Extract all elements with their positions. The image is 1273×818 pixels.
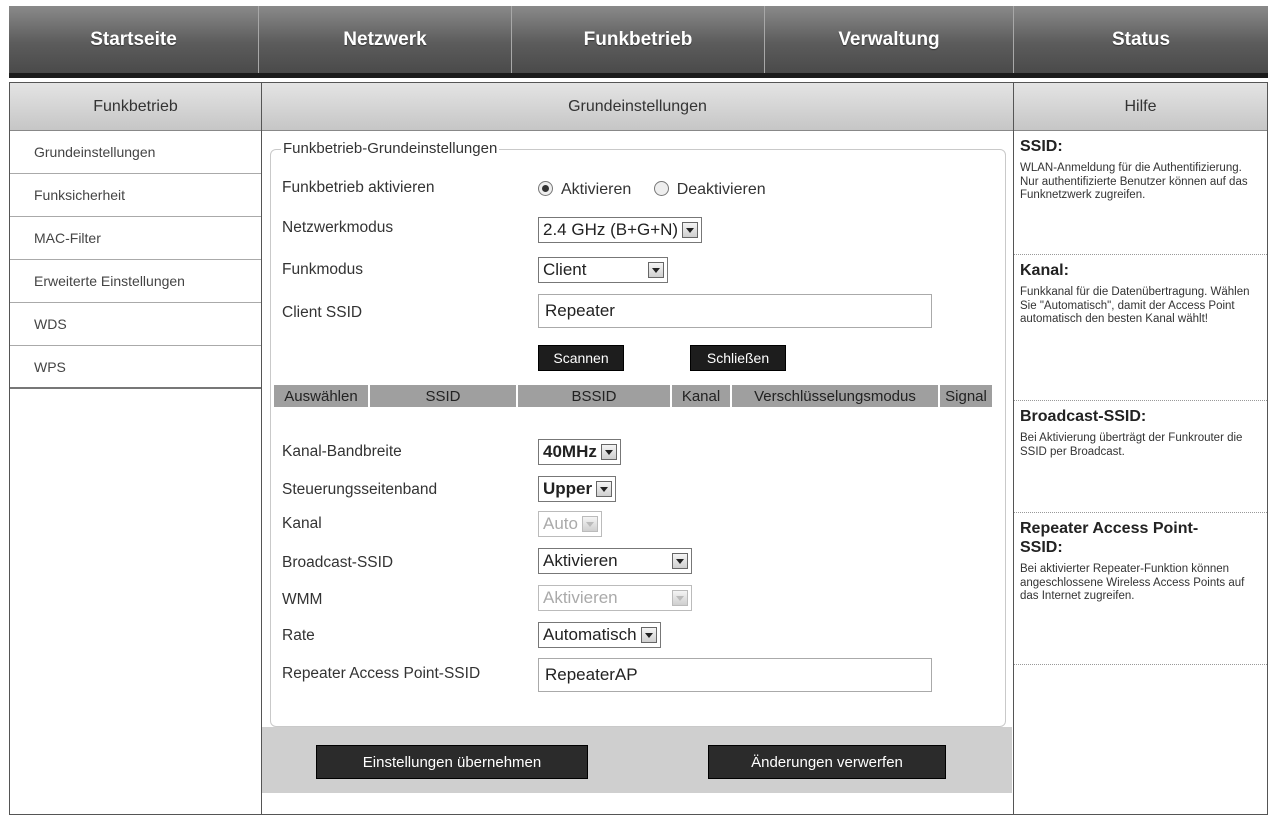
- help-title: Hilfe: [1014, 83, 1267, 131]
- sidebar-item-mac-filter[interactable]: MAC-Filter: [10, 217, 261, 260]
- sideband-value: Upper: [543, 479, 593, 498]
- main-title: Grundeinstellungen: [262, 83, 1013, 131]
- bandwidth-value: 40MHz: [543, 442, 597, 461]
- broadcast-select[interactable]: Aktivieren: [538, 548, 692, 574]
- enable-radio-group: Aktivieren Deaktivieren: [538, 181, 766, 199]
- top-navigation: Startseite Netzwerk Funkbetrieb Verwaltu…: [9, 6, 1268, 78]
- enable-label: Funkbetrieb aktivieren: [282, 179, 435, 196]
- help-heading: Broadcast-SSID:: [1020, 408, 1147, 425]
- channel-value: Auto: [543, 514, 578, 533]
- nav-tab-netzwerk[interactable]: Netzwerk: [259, 6, 512, 73]
- action-bar: Einstellungen übernehmen Änderungen verw…: [262, 727, 1012, 793]
- rate-select[interactable]: Automatisch: [538, 622, 661, 648]
- radiomode-value: Client: [543, 260, 587, 279]
- nav-tab-status[interactable]: Status: [1014, 6, 1268, 73]
- radio-activate-label: Aktivieren: [561, 181, 632, 198]
- sideband-select[interactable]: Upper: [538, 476, 617, 502]
- wmm-select[interactable]: Aktivieren: [538, 585, 692, 611]
- radio-deactivate-dot[interactable]: [653, 181, 669, 196]
- scan-button[interactable]: Scannen: [538, 345, 624, 371]
- sidebar-item-funksicherheit[interactable]: Funksicherheit: [10, 174, 261, 217]
- help-heading: Kanal:: [1020, 262, 1069, 279]
- chevron-down-icon: [596, 481, 613, 497]
- rate-label: Rate: [282, 627, 315, 644]
- netmode-label: Netzwerkmodus: [282, 219, 394, 236]
- repeater-ap-label: Repeater Access Point-SSID: [282, 665, 481, 682]
- radiomode-select[interactable]: Client: [538, 257, 668, 283]
- nav-tab-verwaltung[interactable]: Verwaltung: [765, 6, 1014, 73]
- rate-value: Automatisch: [543, 625, 637, 644]
- close-button[interactable]: Schließen: [690, 345, 786, 371]
- col-ssid: SSID: [370, 385, 518, 407]
- wmm-value: Aktivieren: [543, 588, 618, 607]
- sidebar-item-erweiterte-einstellungen[interactable]: Erweiterte Einstellungen: [10, 260, 261, 303]
- fieldset-legend: Funkbetrieb-Grundeinstellungen: [281, 140, 500, 157]
- chevron-down-icon: [600, 444, 617, 460]
- radio-activate[interactable]: Aktivieren: [538, 181, 631, 198]
- help-heading: SSID:: [1020, 138, 1063, 155]
- col-encryption: Verschlüsselungsmodus: [732, 385, 940, 407]
- help-heading: Repeater Access Point-SSID:: [1020, 520, 1199, 556]
- radio-deactivate[interactable]: Deaktivieren: [653, 181, 766, 198]
- repeater-ap-input[interactable]: RepeaterAP: [538, 658, 932, 692]
- content-frame: Funkbetrieb Grundeinstellungen Funksiche…: [9, 82, 1268, 815]
- help-section-ssid: SSID: WLAN-Anmeldung für die Authentifiz…: [1014, 131, 1267, 255]
- client-ssid-input[interactable]: Repeater: [538, 294, 932, 328]
- chevron-down-icon: [672, 590, 688, 606]
- help-text: WLAN-Anmeldung für die Authentifizierung…: [1020, 162, 1248, 201]
- chevron-down-icon: [672, 553, 688, 569]
- sidebar-title: Funkbetrieb: [10, 83, 261, 131]
- main-panel: Grundeinstellungen Funkbetrieb-Grundeins…: [262, 83, 1014, 814]
- chevron-down-icon: [581, 516, 598, 532]
- bandwidth-label: Kanal-Bandbreite: [282, 443, 402, 460]
- chevron-down-icon: [640, 627, 657, 643]
- chevron-down-icon: [682, 222, 699, 238]
- sidebar-item-grundeinstellungen[interactable]: Grundeinstellungen: [10, 131, 261, 174]
- channel-label: Kanal: [282, 515, 322, 532]
- sideband-label: Steuerungsseitenband: [282, 481, 438, 498]
- chevron-down-icon: [648, 262, 664, 278]
- col-select: Auswählen: [274, 385, 370, 407]
- nav-tab-startseite[interactable]: Startseite: [9, 6, 259, 73]
- help-text: Bei aktivierter Repeater-Funktion können…: [1020, 563, 1245, 602]
- help-section-kanal: Kanal: Funkkanal für die Datenübertragun…: [1014, 255, 1267, 401]
- client-ssid-label: Client SSID: [282, 304, 363, 321]
- help-text: Bei Aktivierung überträgt der Funkrouter…: [1020, 432, 1243, 458]
- broadcast-value: Aktivieren: [543, 551, 618, 570]
- help-text: Funkkanal für die Datenübertragung. Wähl…: [1020, 286, 1250, 325]
- scan-table-header: Auswählen SSID BSSID Kanal Verschlüsselu…: [274, 385, 1012, 407]
- apply-button[interactable]: Einstellungen übernehmen: [316, 745, 588, 779]
- sidebar: Funkbetrieb Grundeinstellungen Funksiche…: [10, 83, 262, 814]
- help-panel: Hilfe SSID: WLAN-Anmeldung für die Authe…: [1014, 83, 1267, 814]
- wmm-label: WMM: [282, 591, 323, 608]
- col-signal: Signal: [940, 385, 994, 407]
- broadcast-label: Broadcast-SSID: [282, 554, 394, 571]
- sidebar-item-wps[interactable]: WPS: [10, 346, 261, 389]
- sidebar-item-wds[interactable]: WDS: [10, 303, 261, 346]
- nav-tab-funkbetrieb[interactable]: Funkbetrieb: [512, 6, 765, 73]
- netmode-value: 2.4 GHz (B+G+N): [543, 220, 679, 239]
- col-bssid: BSSID: [518, 385, 672, 407]
- radio-activate-dot[interactable]: [538, 181, 553, 196]
- channel-select[interactable]: Auto: [538, 511, 602, 537]
- netmode-select[interactable]: 2.4 GHz (B+G+N): [538, 217, 703, 243]
- col-channel: Kanal: [672, 385, 732, 407]
- radiomode-label: Funkmodus: [282, 261, 363, 278]
- help-section-repeater: Repeater Access Point-SSID: Bei aktivier…: [1014, 513, 1267, 665]
- discard-button[interactable]: Änderungen verwerfen: [708, 745, 946, 779]
- help-section-broadcast: Broadcast-SSID: Bei Aktivierung überträg…: [1014, 401, 1267, 513]
- radio-deactivate-label: Deaktivieren: [676, 181, 766, 198]
- bandwidth-select[interactable]: 40MHz: [538, 439, 621, 465]
